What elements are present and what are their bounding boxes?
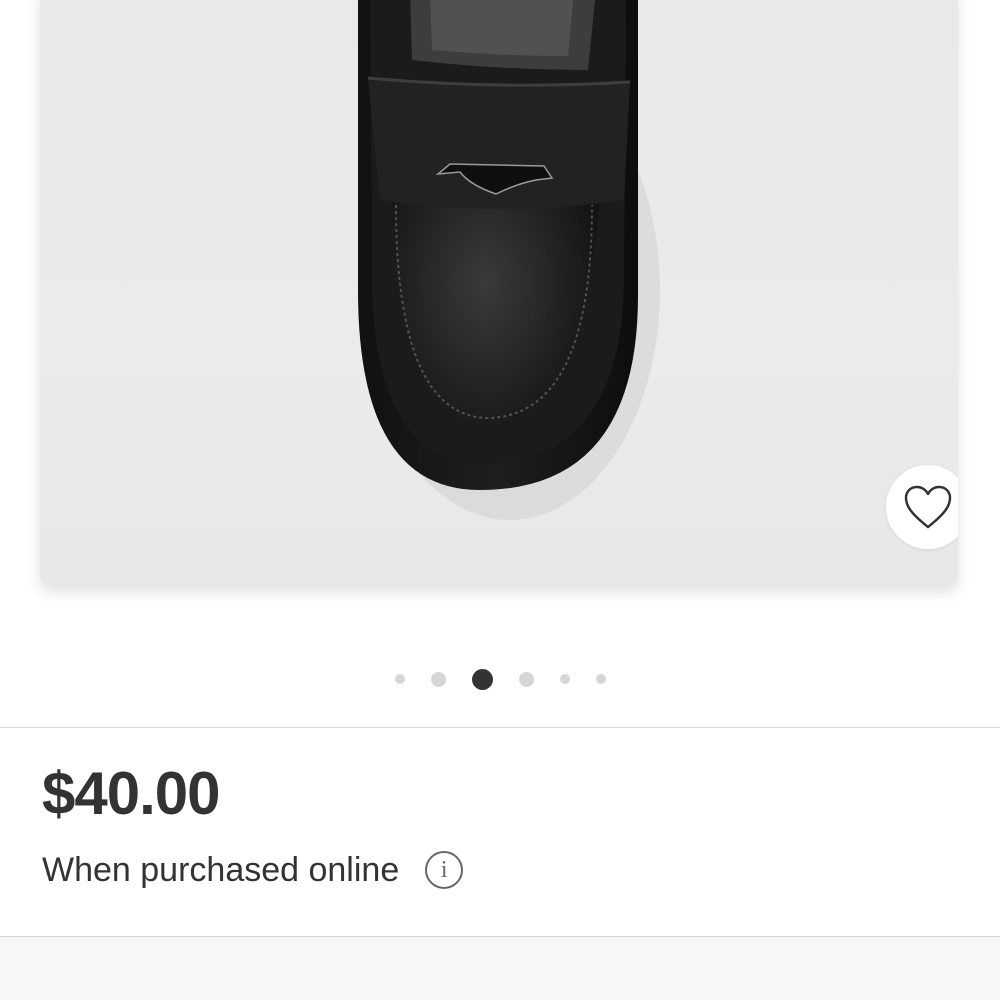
product-price: $40.00 bbox=[42, 760, 221, 827]
carousel-dot-active[interactable] bbox=[471, 668, 493, 690]
carousel-dot[interactable] bbox=[430, 671, 446, 687]
carousel-dot[interactable] bbox=[595, 674, 606, 684]
info-icon: i bbox=[440, 857, 448, 883]
price-note: When purchased online i bbox=[42, 848, 464, 892]
heart-outline-icon bbox=[904, 485, 952, 529]
product-image[interactable] bbox=[40, 0, 958, 586]
carousel-dot[interactable] bbox=[394, 674, 405, 684]
info-button[interactable]: i bbox=[425, 851, 464, 889]
carousel-dot[interactable] bbox=[559, 674, 570, 684]
divider bbox=[0, 727, 1000, 728]
product-image-card[interactable] bbox=[40, 0, 958, 586]
next-section bbox=[0, 937, 1000, 1000]
carousel-dot[interactable] bbox=[518, 671, 534, 687]
carousel-pagination bbox=[0, 668, 1000, 690]
price-note-text: When purchased online bbox=[42, 851, 400, 889]
